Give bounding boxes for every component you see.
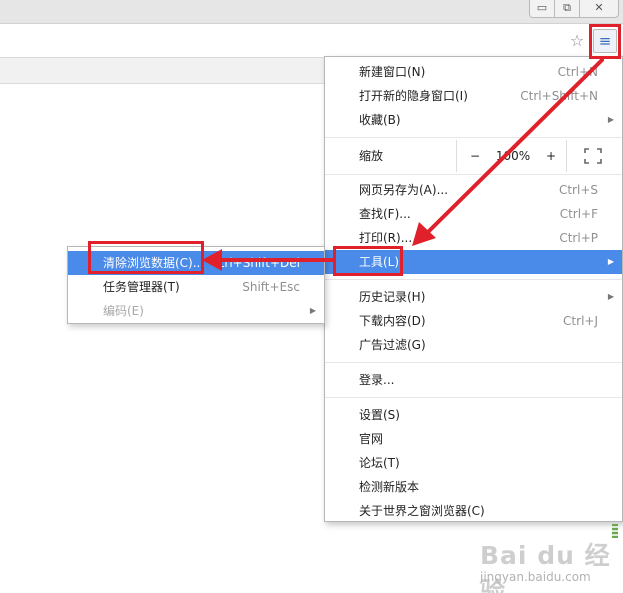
chevron-right-icon: ▶ [607,292,614,301]
minimize-button[interactable]: ▭ [529,0,555,18]
window-title-bar: ▭ ⧉ ✕ [0,0,623,24]
close-button[interactable]: ✕ [579,0,619,18]
menu-item-about[interactable]: 关于世界之窗浏览器(C) [325,499,622,523]
restore-button[interactable]: ⧉ [554,0,580,18]
minimize-icon: ▭ [536,1,548,14]
menu-item-find[interactable]: 查找(F)... Ctrl+F [325,202,622,226]
menu-item-settings[interactable]: 设置(S) [325,403,622,427]
menu-item-official-site[interactable]: 官网 [325,427,622,451]
zoom-controls: − 100% + [456,140,567,172]
zoom-in-button[interactable]: + [543,140,559,172]
submenu-item-encoding: 编码(E) ▶ [68,299,324,323]
menu-divider [325,397,622,398]
zoom-row: 缩放 − 100% + [325,140,622,172]
zoom-level: 100% [495,149,531,163]
zoom-label: 缩放 [359,149,384,163]
menu-divider [325,137,622,138]
menu-item-new-window[interactable]: 新建窗口(N) Ctrl+N [325,60,622,84]
close-icon: ✕ [594,1,604,14]
browser-toolbar [0,24,623,58]
watermark-url: jingyan.baidu.com [480,570,591,584]
zoom-out-button[interactable]: − [467,140,483,172]
main-menu: 新建窗口(N) Ctrl+N 打开新的隐身窗口(I) Ctrl+Shift+N … [324,56,623,522]
chevron-right-icon: ▶ [607,115,614,124]
menu-item-ad-filter[interactable]: 广告过滤(G) [325,333,622,357]
restore-icon: ⧉ [563,1,571,14]
menu-item-history[interactable]: 历史记录(H) ▶ [325,285,622,309]
menu-divider [325,174,622,175]
chevron-right-icon: ▶ [607,257,614,266]
baidu-watermark: Bai du 经验 jingyan.baidu.com [470,534,620,593]
menu-item-check-update[interactable]: 检测新版本 [325,475,622,499]
menu-item-incognito-window[interactable]: 打开新的隐身窗口(I) Ctrl+Shift+N [325,84,622,108]
menu-item-favorites[interactable]: 收藏(B) ▶ [325,108,622,132]
watermark-logo: Bai du 经验 [480,541,611,593]
submenu-item-task-manager[interactable]: 任务管理器(T) Shift+Esc [68,275,324,299]
annotation-box-tools [333,246,403,276]
chevron-right-icon: ▶ [309,306,316,315]
menu-item-downloads[interactable]: 下载内容(D) Ctrl+J [325,309,622,333]
menu-item-save-page-as[interactable]: 网页另存为(A)... Ctrl+S [325,178,622,202]
bookmark-star-icon[interactable]: ☆ [568,32,586,50]
fullscreen-icon[interactable] [584,148,602,164]
menu-divider [325,279,622,280]
menu-divider [325,362,622,363]
menu-item-sign-in[interactable]: 登录... [325,368,622,392]
menu-item-forum[interactable]: 论坛(T) [325,451,622,475]
annotation-box-clear-data [88,241,204,274]
annotation-box-menu-button [589,24,621,59]
